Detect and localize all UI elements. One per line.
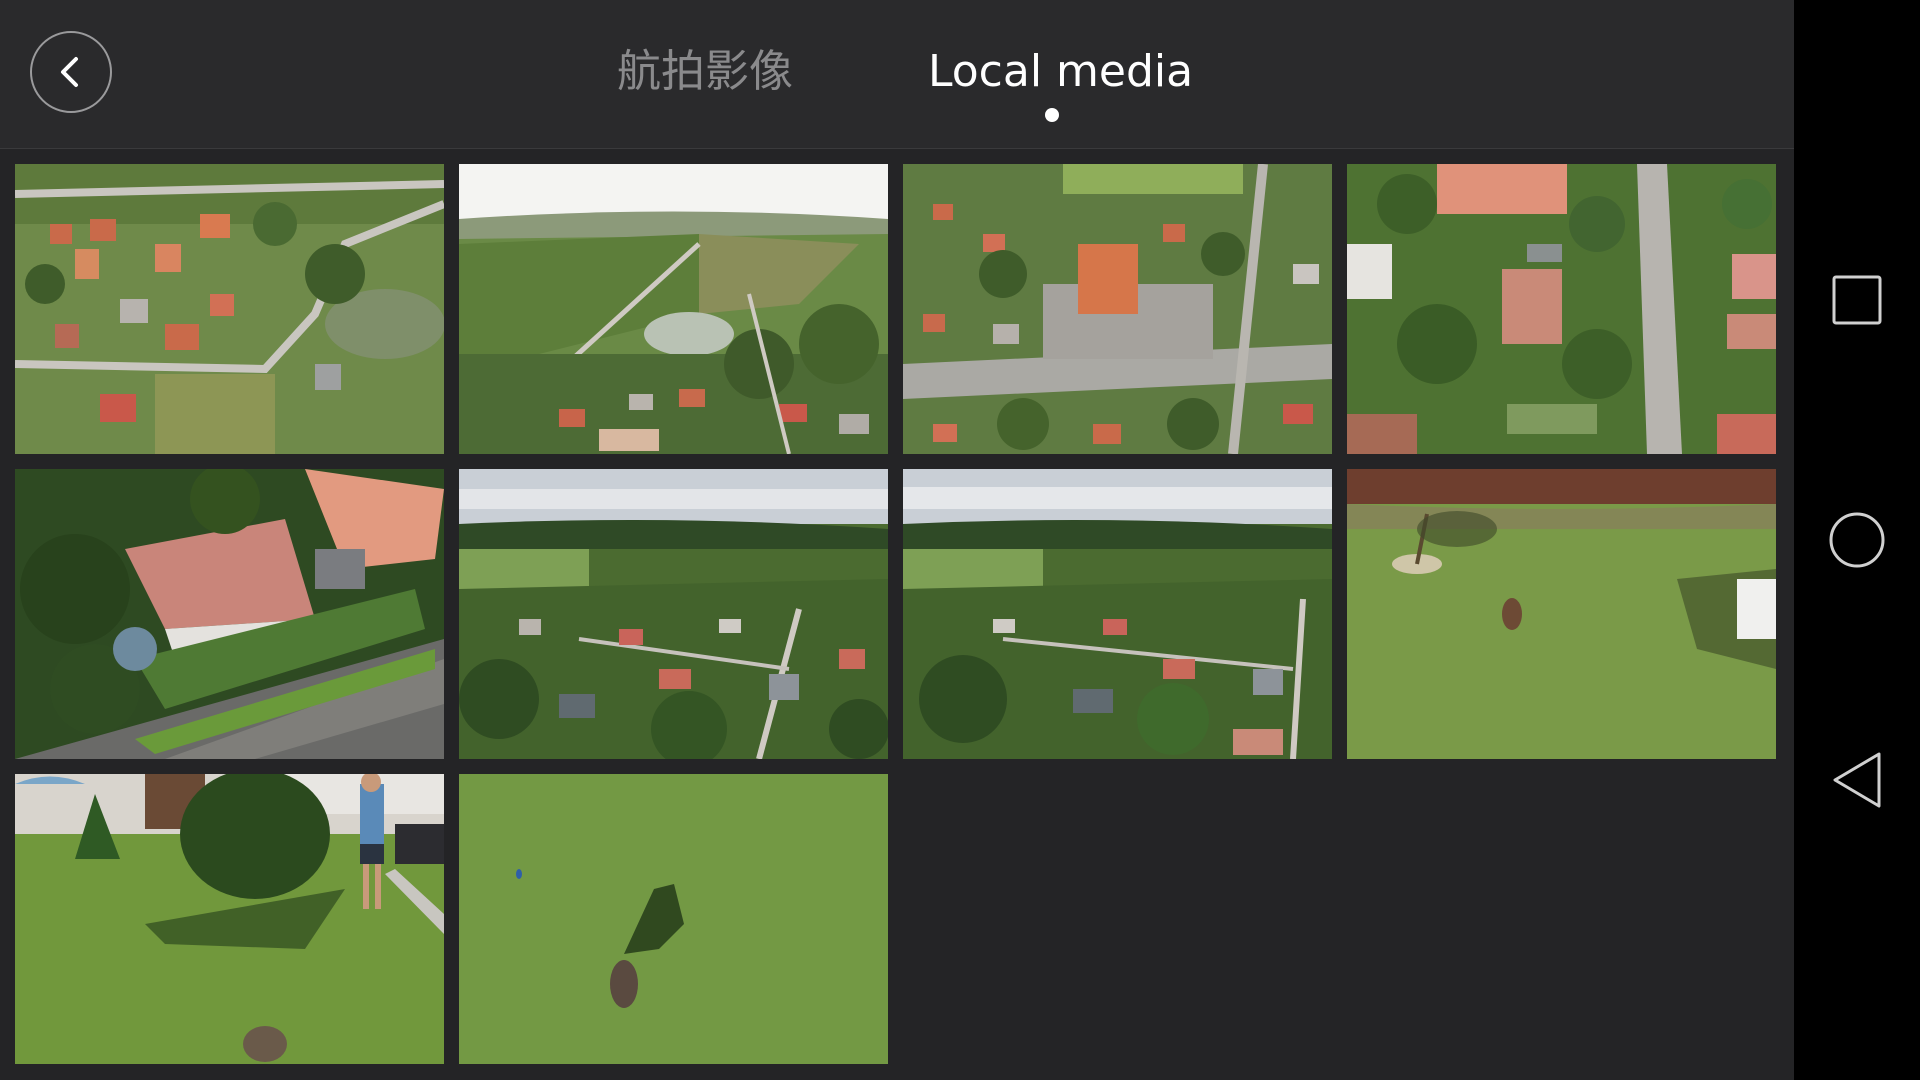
tab-aerial-footage[interactable]: 航拍影像 bbox=[617, 44, 793, 100]
home-button[interactable] bbox=[1827, 510, 1887, 570]
chevron-left-icon bbox=[61, 57, 78, 87]
active-tab-indicator bbox=[1045, 108, 1059, 122]
media-thumbnail[interactable] bbox=[15, 774, 444, 1064]
media-thumbnail[interactable] bbox=[903, 469, 1332, 759]
media-photo bbox=[903, 469, 1332, 759]
media-photo bbox=[459, 164, 888, 454]
media-photo bbox=[1347, 469, 1776, 759]
triangle-back-icon bbox=[1833, 752, 1881, 808]
media-thumbnail[interactable] bbox=[15, 469, 444, 759]
media-photo bbox=[15, 469, 444, 759]
local-media-screen: 航拍影像 Local media bbox=[0, 0, 1794, 1080]
media-grid bbox=[15, 164, 1776, 1064]
media-thumbnail[interactable] bbox=[459, 164, 888, 454]
circle-icon bbox=[1829, 512, 1885, 568]
media-thumbnail[interactable] bbox=[15, 164, 444, 454]
media-thumbnail[interactable] bbox=[1347, 164, 1776, 454]
system-back-button[interactable] bbox=[1827, 750, 1887, 810]
back-button[interactable] bbox=[30, 31, 112, 113]
square-icon bbox=[1832, 275, 1882, 325]
media-photo bbox=[1347, 164, 1776, 454]
media-thumbnail[interactable] bbox=[1347, 469, 1776, 759]
media-photo bbox=[15, 774, 444, 1064]
media-thumbnail[interactable] bbox=[903, 164, 1332, 454]
media-thumbnail[interactable] bbox=[459, 469, 888, 759]
recents-button[interactable] bbox=[1827, 270, 1887, 330]
media-photo bbox=[15, 164, 444, 454]
top-bar: 航拍影像 Local media bbox=[0, 0, 1794, 149]
media-photo bbox=[459, 774, 888, 1064]
media-photo bbox=[903, 164, 1332, 454]
media-photo bbox=[459, 469, 888, 759]
media-thumbnail[interactable] bbox=[459, 774, 888, 1064]
tab-local-media[interactable]: Local media bbox=[928, 44, 1193, 100]
system-navigation-bar bbox=[1794, 0, 1920, 1080]
